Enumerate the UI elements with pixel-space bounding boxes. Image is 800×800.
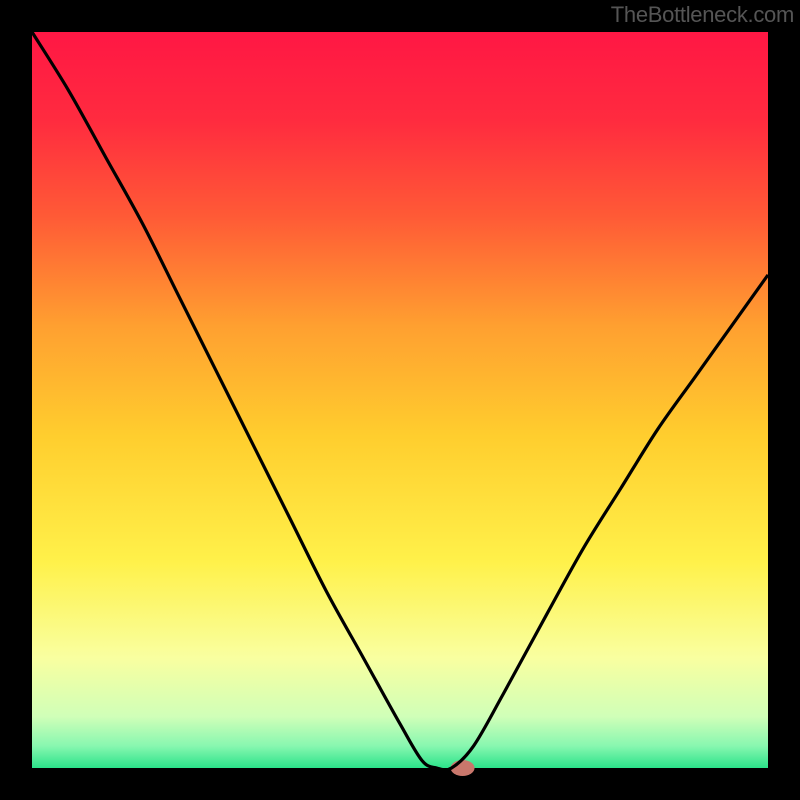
plot-background xyxy=(32,32,768,768)
watermark-text: TheBottleneck.com xyxy=(611,2,794,28)
chart-container: TheBottleneck.com xyxy=(0,0,800,800)
bottleneck-chart xyxy=(0,0,800,800)
